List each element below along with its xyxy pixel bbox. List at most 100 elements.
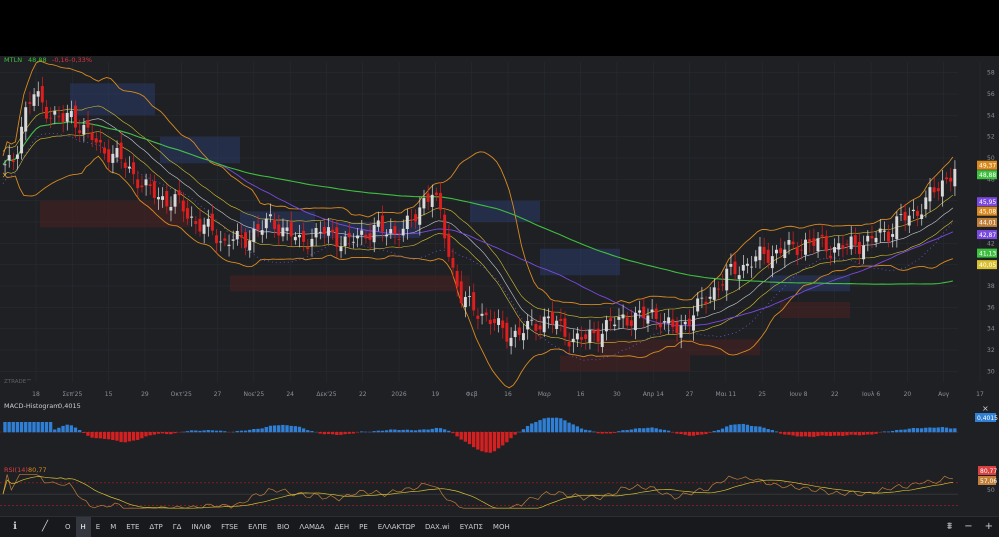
macd-bar: [563, 420, 566, 432]
toolbar-item[interactable]: DAX.wi: [420, 517, 455, 537]
toolbar-item[interactable]: ΕΥΑΠΣ: [455, 517, 488, 537]
x-tick-label: Δεκ'25: [316, 391, 336, 398]
toolbar-item[interactable]: FTSE: [216, 517, 243, 537]
toolbar-item[interactable]: Ο: [60, 517, 76, 537]
macd-bar: [74, 428, 77, 433]
candle-body: [24, 107, 27, 131]
toolbar-item[interactable]: ΕΤΕ: [121, 517, 144, 537]
candle-body: [684, 322, 687, 325]
macd-bar: [555, 418, 558, 433]
x-tick-label: Φεβ: [466, 391, 478, 398]
macd-bar: [186, 431, 189, 432]
candle-body: [389, 229, 392, 233]
macd-bar: [903, 430, 906, 433]
toolbar-item[interactable]: Ε: [91, 517, 105, 537]
candle-body: [800, 250, 803, 251]
macd-bar: [148, 432, 151, 435]
macd-bar: [372, 431, 375, 432]
macd-bar: [543, 418, 546, 432]
toolbar-item[interactable]: ΜΟΗ: [488, 517, 515, 537]
candle-body: [592, 330, 595, 333]
macd-bar: [679, 432, 682, 434]
macd-bar: [41, 422, 44, 432]
toolbar-item[interactable]: ΙΝΛΙΦ: [186, 517, 216, 537]
macd-bar: [862, 432, 865, 435]
candle-body: [107, 149, 110, 162]
macd-bar: [825, 432, 828, 436]
macd-bar: [758, 427, 761, 433]
macd-bar: [692, 432, 695, 436]
candle-body: [945, 177, 948, 179]
candle-body: [953, 169, 956, 186]
candle-body: [331, 230, 334, 233]
macd-bar: [625, 430, 628, 432]
candle-body: [601, 334, 604, 347]
toolbar-item[interactable]: ΔΤΡ: [144, 517, 167, 537]
close-panel-icon[interactable]: ×: [982, 404, 989, 413]
candle-body: [763, 247, 766, 254]
candle-body: [45, 107, 48, 119]
macd-bar: [310, 431, 313, 432]
zone-box: [230, 275, 470, 291]
candle-body: [227, 245, 230, 246]
candle-body: [28, 102, 31, 104]
macd-bar: [729, 425, 732, 432]
macd-bar: [675, 432, 678, 434]
candle-body: [402, 229, 405, 236]
candle-body: [78, 130, 81, 133]
zoom-in-icon[interactable]: +: [979, 517, 999, 537]
macd-bar: [754, 426, 757, 432]
macd-bar: [663, 430, 666, 432]
candle-body: [132, 162, 135, 174]
bottom-toolbar: ℹ ╱ ΟΗΕΜΕΤΕΔΤΡΓΔΙΝΛΙΦFTSEΕΛΠΕΒΙΟΛΑΜΔΑΔΕΗ…: [0, 516, 999, 537]
chart-area[interactable]: 585654525048464442403836343230 18Σεπ'251…: [0, 56, 999, 536]
macd-bar: [414, 430, 417, 432]
macd-bar: [20, 422, 23, 432]
y-tick-label: 30: [987, 368, 995, 375]
toolbar-item[interactable]: ΕΛΠΕ: [243, 517, 272, 537]
x-tick-label: Μαρ: [538, 391, 551, 398]
macd-bar: [854, 432, 857, 435]
zoom-out-icon[interactable]: −: [958, 517, 978, 537]
draw-line-icon[interactable]: ╱: [30, 517, 60, 537]
macd-bar: [277, 425, 280, 432]
toolbar-item[interactable]: Μ: [105, 517, 121, 537]
candle-body: [66, 113, 69, 122]
macd-bar: [451, 432, 454, 433]
macd-bar: [194, 431, 197, 433]
toolbar-item[interactable]: ΡΕ: [354, 517, 373, 537]
macd-bar: [182, 432, 185, 433]
candle-body: [704, 302, 707, 304]
macd-bar: [107, 432, 110, 439]
macd-bar: [920, 428, 923, 432]
y-tick-label: 58: [987, 70, 995, 77]
macd-bar: [513, 432, 516, 435]
candle-body: [323, 227, 326, 234]
x-tick-label: Σεπ'25: [62, 391, 82, 398]
macd-bar: [609, 432, 612, 433]
macd-bar: [153, 432, 156, 435]
info-icon[interactable]: ℹ: [0, 517, 30, 537]
toolbar-item[interactable]: ΕΛΛΑΚΤΩΡ: [373, 517, 420, 537]
toolbar-item[interactable]: ΓΔ: [168, 517, 187, 537]
candle-body: [899, 214, 902, 215]
candle-body: [257, 224, 260, 230]
candle-body: [447, 234, 450, 257]
macd-bar: [70, 425, 73, 432]
candle-body: [671, 319, 674, 327]
toolbar-item[interactable]: ΔΕΗ: [330, 517, 354, 537]
candle-body: [887, 232, 890, 242]
toolbar-item[interactable]: ΒΙΟ: [272, 517, 294, 537]
candle-body: [675, 322, 678, 333]
toolbar-item[interactable]: Η: [76, 517, 91, 537]
macd-bar: [202, 430, 205, 432]
candle-body: [725, 269, 728, 291]
macd-last-tag-label: 0,4015: [977, 415, 998, 422]
macd-bar: [837, 432, 840, 436]
toolbar-item[interactable]: ΛΑΜΔΑ: [294, 517, 329, 537]
candle-body: [145, 179, 148, 185]
candle-body: [816, 238, 819, 251]
chart-svg[interactable]: 585654525048464442403836343230 18Σεπ'251…: [0, 56, 999, 516]
macd-bar: [45, 422, 48, 432]
chart-type-icon[interactable]: ⩩: [941, 517, 958, 537]
